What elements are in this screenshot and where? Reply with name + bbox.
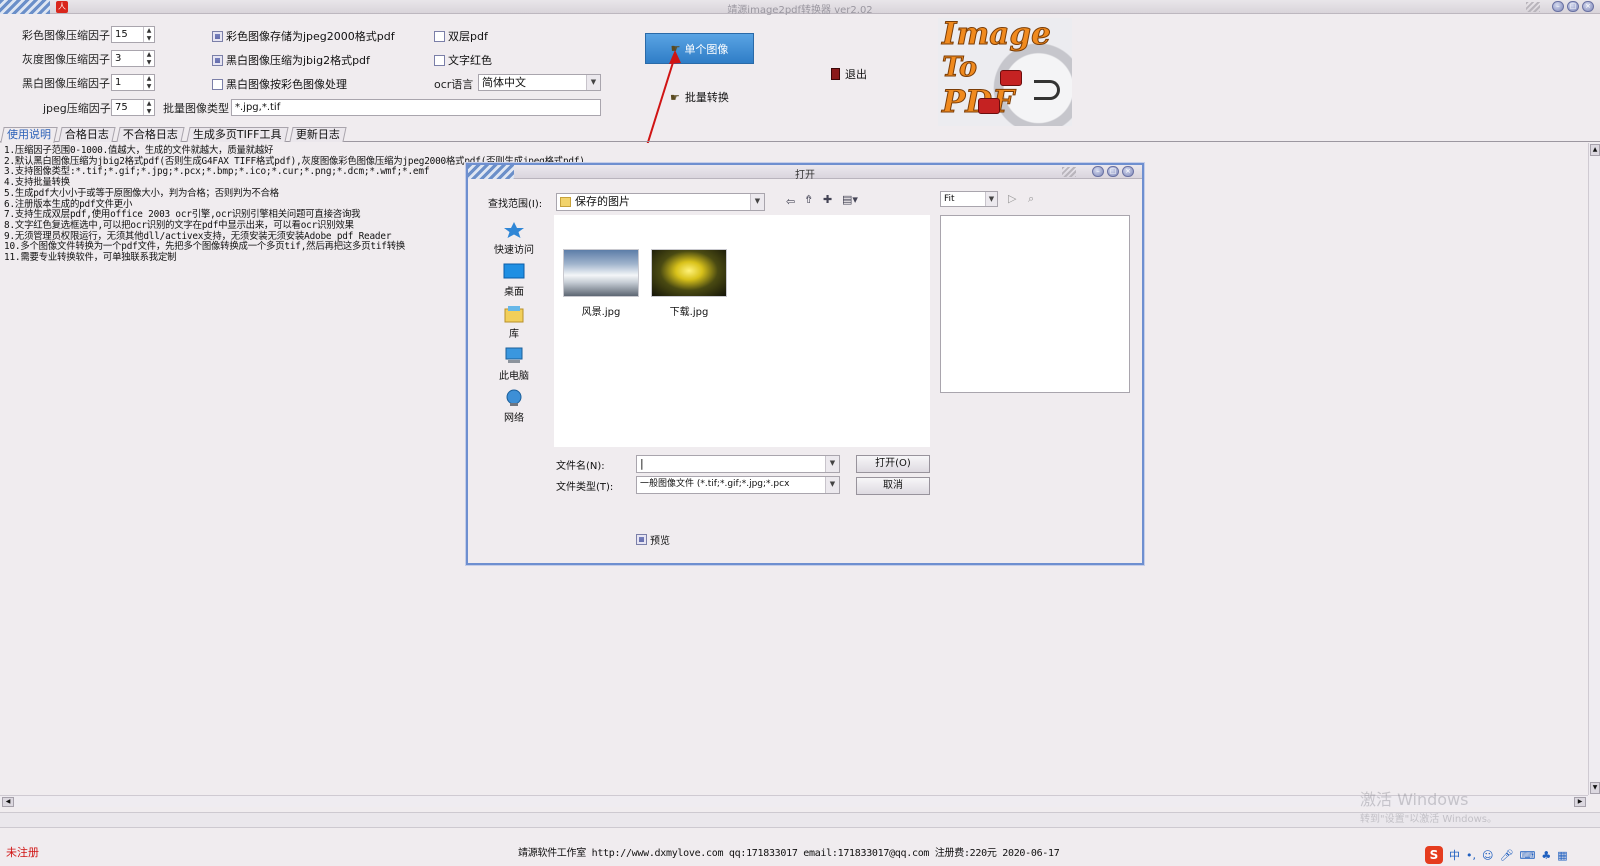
emoji-icon[interactable]: ☺ xyxy=(1482,849,1493,862)
open-button[interactable]: 打开(O) xyxy=(856,455,930,473)
system-tray: S 中 •, ☺ 🎤︎ ⌨ ♣ ▦ xyxy=(1425,846,1568,864)
microphone-icon[interactable]: 🎤︎ xyxy=(1499,849,1513,862)
filename-input[interactable]: | ▼ xyxy=(636,455,840,473)
zoom-value[interactable]: Fit xyxy=(941,192,985,206)
look-in-select[interactable]: 保存的图片 ▼ xyxy=(556,193,765,211)
unregistered-label: 未注册 xyxy=(6,846,39,859)
file-name: 下载.jpg xyxy=(669,307,709,318)
filetype-value[interactable]: 一般图像文件 (*.tif;*.gif;*.jpg;*.pcx xyxy=(637,477,825,493)
keyboard-icon[interactable]: ⌨ xyxy=(1519,849,1535,862)
tab-update-log[interactable]: 更新日志 xyxy=(289,127,347,142)
preview-pane xyxy=(940,215,1130,393)
zoom-select[interactable]: Fit ▼ xyxy=(940,191,998,207)
activate-line1: 激活 Windows xyxy=(1360,790,1469,809)
network-icon xyxy=(506,389,522,406)
chevron-down-icon[interactable]: ▼ xyxy=(825,477,839,493)
title-grip xyxy=(1062,167,1076,177)
zoom-preview-icon[interactable]: ⌕ xyxy=(1028,192,1034,206)
open-file-dialog: 打开 – □ × 查找范围(I): 保存的图片 ▼ ⇦ ⇮ ✚ ▤▾ Fit ▼… xyxy=(466,163,1144,565)
place-library[interactable]: 库 xyxy=(480,301,548,343)
quick-access-icon xyxy=(504,221,524,238)
view-menu-icon[interactable]: ▤▾ xyxy=(842,193,858,206)
activate-line2: 转到"设置"以激活 Windows。 xyxy=(1360,814,1498,825)
cancel-button[interactable]: 取消 xyxy=(856,477,930,495)
dialog-maximize-button[interactable]: □ xyxy=(1107,166,1119,177)
chevron-down-icon[interactable]: ▼ xyxy=(750,194,764,210)
preview-label: 预览 xyxy=(650,536,670,547)
scroll-down-icon[interactable]: ▼ xyxy=(1590,782,1600,794)
file-item[interactable]: 风景.jpg xyxy=(562,249,640,318)
scroll-left-icon[interactable]: ◀ xyxy=(2,797,14,807)
dialog-title-bar: 打开 – □ × xyxy=(468,165,1142,181)
tab-fail-log[interactable]: 不合格日志 xyxy=(116,127,185,142)
scroll-up-icon[interactable]: ▲ xyxy=(1590,144,1600,156)
scroll-right-icon[interactable]: ▶ xyxy=(1574,797,1586,807)
desktop-icon xyxy=(503,263,525,278)
tab-tiff-tool[interactable]: 生成多页TIFF工具 xyxy=(186,127,289,142)
this-pc-icon xyxy=(505,347,523,363)
places-bar: 快速访问 桌面 库 此电脑 网络 xyxy=(480,217,548,427)
look-in-label: 查找范围(I): xyxy=(488,199,543,210)
look-in-value: 保存的图片 xyxy=(575,195,630,208)
folder-icon xyxy=(560,197,571,207)
filetype-label: 文件类型(T): xyxy=(556,482,614,493)
chevron-down-icon[interactable]: ▼ xyxy=(985,192,997,206)
tab-bar: 使用说明 合格日志 不合格日志 生成多页TIFF工具 更新日志 xyxy=(0,127,1600,143)
skin-icon[interactable]: ♣ xyxy=(1541,849,1551,862)
status-bar: 未注册 靖源软件工作室 http://www.dxmylove.com qq:1… xyxy=(0,838,1600,866)
vertical-scrollbar[interactable]: ▲ ▼ xyxy=(1588,143,1600,795)
checkbox-checked-icon[interactable] xyxy=(636,534,647,545)
place-this-pc[interactable]: 此电脑 xyxy=(480,343,548,385)
landscape-thumbnail xyxy=(563,249,639,297)
file-item[interactable]: 下载.jpg xyxy=(650,249,728,318)
preview-checkbox[interactable]: 预览 xyxy=(636,532,670,547)
place-desktop[interactable]: 桌面 xyxy=(480,259,548,301)
dialog-close-button[interactable]: × xyxy=(1122,166,1134,177)
punctuation-icon[interactable]: •, xyxy=(1466,849,1476,862)
place-network[interactable]: 网络 xyxy=(480,385,548,427)
filetype-select[interactable]: 一般图像文件 (*.tif;*.gif;*.jpg;*.pcx ▼ xyxy=(636,476,840,494)
dialog-title: 打开 xyxy=(795,170,815,181)
download-thumbnail xyxy=(651,249,727,297)
library-icon xyxy=(504,305,524,322)
up-folder-icon[interactable]: ⇮ xyxy=(804,193,813,206)
ime-mode-label[interactable]: 中 xyxy=(1449,847,1460,863)
file-name: 风景.jpg xyxy=(581,307,621,318)
dialog-minimize-button[interactable]: – xyxy=(1092,166,1104,177)
file-list[interactable]: 风景.jpg 下载.jpg xyxy=(554,215,930,447)
play-icon[interactable]: ▷ xyxy=(1008,192,1016,205)
horizontal-scrollbar[interactable]: ◀ ▶ xyxy=(0,795,1588,807)
tab-instructions[interactable]: 使用说明 xyxy=(0,127,58,143)
filename-value[interactable]: | xyxy=(637,456,825,472)
back-icon[interactable]: ⇦ xyxy=(786,195,795,208)
activate-windows-watermark: 激活 Windows 转到"设置"以激活 Windows。 xyxy=(1360,786,1497,825)
place-quick-access[interactable]: 快速访问 xyxy=(480,217,548,259)
chevron-down-icon[interactable]: ▼ xyxy=(825,456,839,472)
toolbox-icon[interactable]: ▦ xyxy=(1557,849,1567,862)
tab-pass-log[interactable]: 合格日志 xyxy=(58,127,116,142)
filename-label: 文件名(N): xyxy=(556,461,605,472)
new-folder-icon[interactable]: ✚ xyxy=(823,193,832,206)
footer-info: 靖源软件工作室 http://www.dxmylove.com qq:17183… xyxy=(518,848,1060,859)
sogou-ime-icon[interactable]: S xyxy=(1425,846,1443,864)
